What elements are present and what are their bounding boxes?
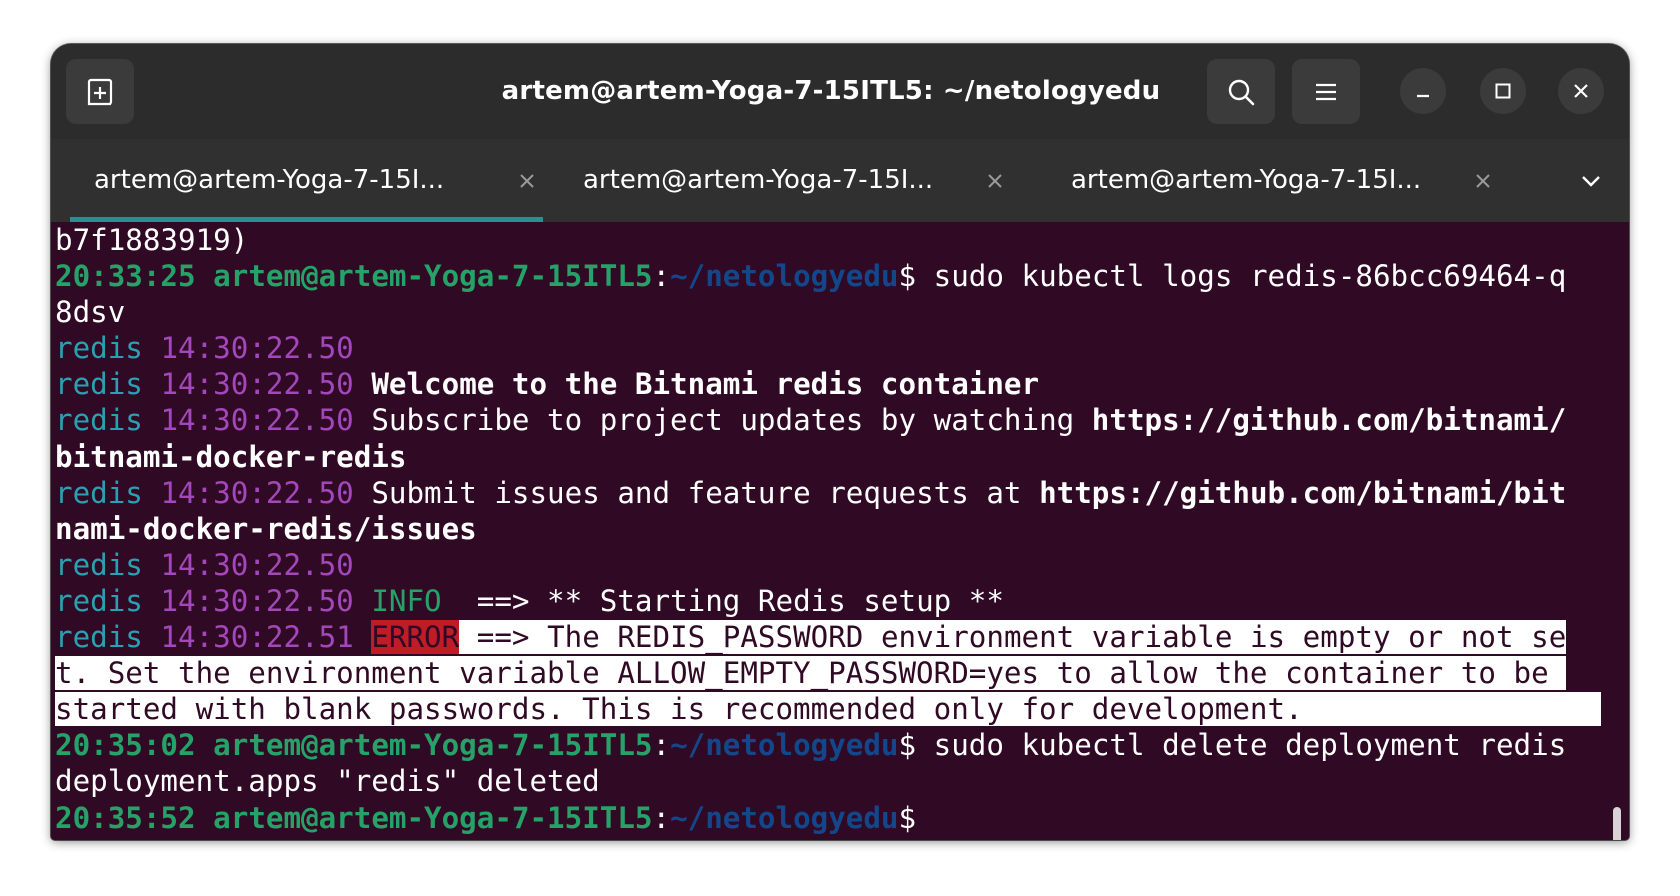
prompt-path: ~/netologyedu	[670, 800, 899, 835]
close-icon	[988, 174, 1002, 188]
prompt-user-host: artem@artem-Yoga-7-15ITL5	[213, 259, 653, 294]
log-level-error: ERROR	[371, 620, 460, 655]
prompt-dollar: $	[898, 728, 917, 763]
close-icon	[520, 174, 534, 188]
output-text: b7f1883919)	[55, 223, 249, 257]
search-button[interactable]	[1207, 59, 1275, 124]
log-time: 14:30:22.51	[160, 620, 354, 655]
tab-bar: artem@artem-Yoga-7-15I... artem@artem-Yo…	[51, 139, 1629, 222]
tab-label: artem@artem-Yoga-7-15I...	[583, 165, 934, 195]
error-message: t. Set the environment variable ALLOW_EM…	[55, 656, 1567, 691]
log-source: redis	[55, 475, 143, 510]
tab-label: artem@artem-Yoga-7-15I...	[1071, 165, 1422, 195]
terminal-line: redis 14:30:22.50 Welcome to the Bitnami…	[55, 366, 1601, 402]
error-message: started with blank passwords. This is re…	[55, 692, 1303, 727]
terminal-line: redis 14:30:22.50 INFO ==> ** Starting R…	[55, 583, 1601, 619]
chevron-down-icon	[1582, 176, 1600, 187]
prompt-user-host: artem@artem-Yoga-7-15ITL5	[213, 728, 653, 763]
log-time: 14:30:22.50	[160, 403, 354, 438]
maximize-icon	[1495, 83, 1511, 99]
log-link[interactable]: https://github.com/bitnami/bit	[1039, 476, 1566, 510]
close-icon	[1476, 174, 1490, 188]
log-message: Subscribe to project updates by watching	[371, 403, 1092, 438]
terminal-line: bitnami-docker-redis	[55, 439, 1601, 475]
hamburger-menu-icon	[1316, 83, 1336, 100]
log-message: Welcome to the Bitnami redis container	[371, 367, 1040, 402]
output-text: deployment.apps "redis" deleted	[55, 764, 600, 799]
close-icon	[1574, 84, 1588, 98]
log-source: redis	[55, 583, 143, 618]
terminal-window: artem@artem-Yoga-7-15ITL5: ~/netologyedu	[51, 44, 1629, 840]
log-source: redis	[55, 403, 143, 438]
prompt-time: 20:35:02	[55, 728, 196, 763]
prompt-path: ~/netologyedu	[670, 259, 899, 294]
tabs-overflow-button[interactable]	[1571, 161, 1611, 201]
terminal-line: 8dsv	[55, 294, 1601, 330]
error-message: ==> The REDIS_PASSWORD environment varia…	[459, 620, 1567, 655]
tab-2[interactable]: artem@artem-Yoga-7-15I...	[583, 139, 1053, 222]
log-message: ==> ** Starting Redis setup **	[441, 583, 1004, 618]
tab-label: artem@artem-Yoga-7-15I...	[94, 165, 445, 195]
prompt-user-host: artem@artem-Yoga-7-15ITL5	[213, 800, 653, 835]
terminal-scrollbar[interactable]	[1613, 807, 1621, 840]
prompt-time: 20:33:25	[55, 259, 196, 294]
log-time: 14:30:22.50	[160, 367, 354, 402]
close-button[interactable]	[1558, 68, 1604, 114]
log-time: 14:30:22.50	[160, 547, 354, 582]
tab-close-button[interactable]	[1469, 167, 1497, 195]
new-tab-icon	[87, 78, 113, 105]
terminal-line: 20:35:52 artem@artem-Yoga-7-15ITL5:~/net…	[55, 800, 1601, 836]
terminal-line: b7f1883919)	[55, 222, 1601, 258]
prompt-path: ~/netologyedu	[670, 728, 899, 763]
new-tab-button[interactable]	[66, 59, 134, 124]
terminal-line: redis 14:30:22.51 ERROR ==> The REDIS_PA…	[55, 619, 1601, 655]
log-time: 14:30:22.50	[160, 475, 354, 510]
prompt-dollar: $	[898, 259, 917, 294]
terminal-line: 20:35:02 artem@artem-Yoga-7-15ITL5:~/net…	[55, 727, 1601, 763]
terminal-output: b7f1883919) 20:33:25 artem@artem-Yoga-7-1…	[55, 222, 1602, 836]
log-message: Submit issues and feature requests at	[371, 475, 1040, 510]
log-link[interactable]: bitnami-docker-redis	[55, 440, 406, 474]
terminal-line: 20:33:25 artem@artem-Yoga-7-15ITL5:~/net…	[55, 258, 1601, 294]
minimize-button[interactable]	[1400, 68, 1446, 114]
log-source: redis	[55, 331, 143, 366]
maximize-button[interactable]	[1480, 68, 1526, 114]
prompt-time: 20:35:52	[55, 800, 196, 835]
prompt-dollar: $	[898, 800, 917, 835]
log-link[interactable]: https://github.com/bitnami/	[1092, 403, 1566, 437]
terminal-line: redis 14:30:22.50	[55, 330, 1601, 366]
terminal-line: redis 14:30:22.50 Submit issues and feat…	[55, 475, 1601, 511]
search-icon	[1228, 79, 1255, 105]
terminal-line: deployment.apps "redis" deleted	[55, 763, 1601, 799]
terminal-line: t. Set the environment variable ALLOW_EM…	[55, 655, 1601, 691]
terminal-line: nami-docker-redis/issues	[55, 511, 1601, 547]
tab-close-button[interactable]	[981, 167, 1009, 195]
prompt-colon: :	[652, 800, 671, 835]
window-title: artem@artem-Yoga-7-15ITL5: ~/netologyedu	[501, 76, 1161, 106]
header-bar: artem@artem-Yoga-7-15ITL5: ~/netologyedu	[51, 44, 1629, 140]
log-time: 14:30:22.50	[160, 583, 354, 618]
terminal-line: redis 14:30:22.50	[55, 547, 1601, 583]
log-source: redis	[55, 620, 143, 655]
command-text: sudo kubectl logs redis-86bcc69464-q	[916, 259, 1567, 294]
terminal-view[interactable]: b7f1883919) 20:33:25 artem@artem-Yoga-7-1…	[51, 222, 1629, 840]
command-text: 8dsv	[55, 295, 126, 330]
main-menu-button[interactable]	[1292, 59, 1360, 124]
log-source: redis	[55, 547, 143, 582]
minimize-icon	[1417, 94, 1429, 98]
prompt-colon: :	[652, 728, 671, 763]
log-source: redis	[55, 367, 143, 402]
terminal-line: redis 14:30:22.50 Subscribe to project u…	[55, 402, 1601, 438]
log-level-info: INFO	[371, 583, 442, 618]
terminal-line: started with blank passwords. This is re…	[55, 691, 1602, 727]
log-time: 14:30:22.50	[160, 331, 354, 366]
log-link[interactable]: nami-docker-redis/issues	[55, 512, 477, 546]
command-text: sudo kubectl delete deployment redis	[916, 728, 1567, 763]
tab-close-button[interactable]	[513, 167, 541, 195]
tab-1[interactable]: artem@artem-Yoga-7-15I...	[94, 139, 564, 222]
prompt-colon: :	[652, 259, 671, 294]
tab-3[interactable]: artem@artem-Yoga-7-15I...	[1071, 139, 1541, 222]
